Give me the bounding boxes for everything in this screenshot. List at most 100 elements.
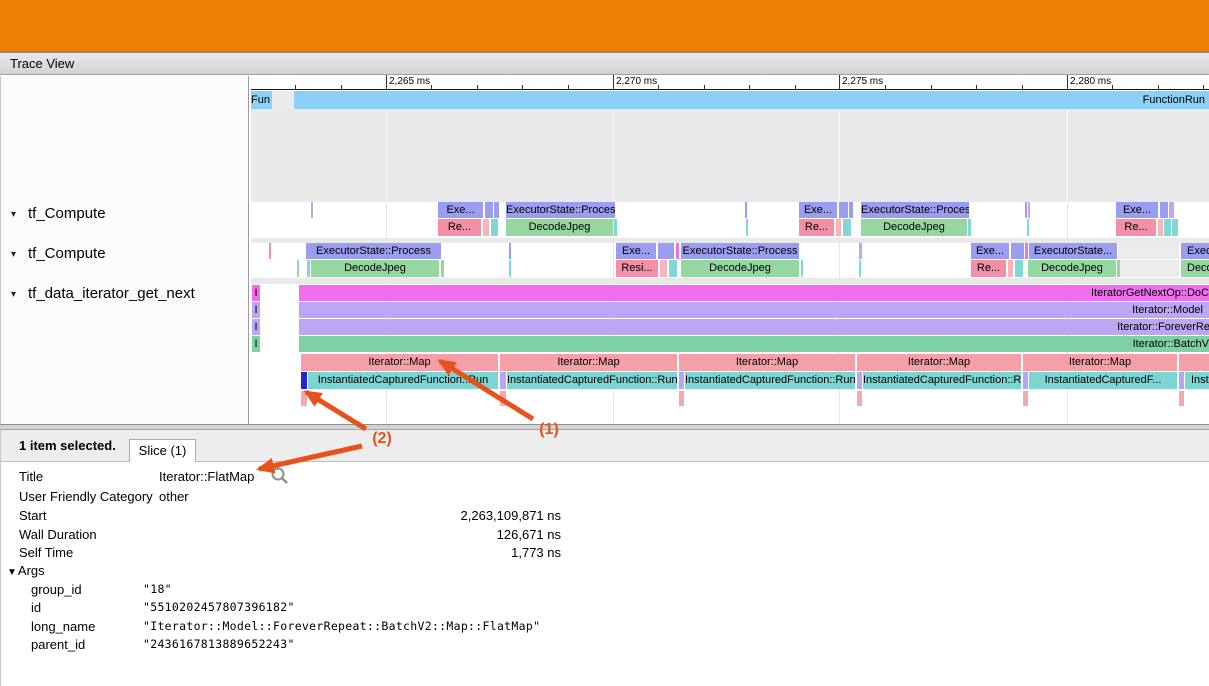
trace-slice[interactable] — [1023, 391, 1028, 406]
trace-slice[interactable]: Iterator::Map — [1023, 354, 1177, 371]
trace-slice[interactable]: I — [252, 302, 260, 318]
trace-slice[interactable] — [494, 202, 499, 218]
trace-slice[interactable] — [297, 260, 299, 277]
trace-slice[interactable]: Iterator::BatchV — [299, 336, 1209, 352]
trace-slice[interactable] — [1015, 260, 1023, 277]
track-row-tf-compute-2[interactable]: ▾tf_Compute — [1, 244, 241, 264]
trace-slice[interactable] — [269, 243, 271, 259]
trace-slice[interactable]: Inst — [1185, 372, 1209, 389]
trace-slice[interactable]: Re... — [799, 219, 834, 236]
trace-slice[interactable] — [859, 260, 861, 277]
trace-slice[interactable] — [509, 243, 511, 259]
args-section-toggle[interactable]: ▼Args — [7, 563, 45, 578]
trace-slice[interactable]: I — [252, 336, 260, 352]
chevron-down-icon[interactable]: ▾ — [11, 245, 28, 265]
trace-slice[interactable] — [307, 260, 310, 277]
trace-slice[interactable]: InstantiatedCapturedFunction::Run — [507, 372, 677, 389]
trace-slice[interactable] — [1028, 202, 1030, 218]
trace-slice[interactable] — [836, 219, 841, 236]
trace-slice[interactable] — [301, 372, 307, 389]
trace-slice[interactable]: Iterator::Map — [857, 354, 1021, 371]
trace-slice[interactable] — [857, 372, 862, 389]
trace-slice[interactable] — [746, 219, 748, 236]
track-row-tf-data-iterator[interactable]: ▾tf_data_iterator_get_next — [1, 284, 241, 304]
trace-slice[interactable]: InstantiatedCapturedFunction::Run — [685, 372, 855, 389]
trace-slice[interactable] — [849, 202, 853, 218]
chevron-down-icon[interactable]: ▾ — [11, 285, 28, 305]
trace-slice[interactable]: DecodeJpeg — [506, 219, 613, 236]
trace-slice[interactable] — [1179, 372, 1184, 389]
trace-slice[interactable]: InstantiatedCapturedF... — [1029, 372, 1177, 389]
trace-slice[interactable]: IteratorGetNextOp::DoC — [299, 285, 1209, 301]
trace-slice[interactable] — [801, 260, 803, 277]
trace-slice[interactable]: Re... — [971, 260, 1006, 277]
trace-slice[interactable]: Exe... — [1116, 202, 1158, 218]
trace-slice[interactable]: Exe... — [438, 202, 483, 218]
trace-slice[interactable] — [311, 202, 313, 218]
trace-slice[interactable]: DecodeJpeg — [861, 219, 967, 236]
timeline-canvas[interactable]: 2,265 ms2,270 ms2,275 ms2,280 msFunFunct… — [251, 75, 1209, 424]
trace-slice[interactable]: Iterator::Map — [679, 354, 855, 371]
trace-slice[interactable] — [1025, 202, 1027, 218]
trace-slice[interactable] — [1118, 243, 1179, 259]
trace-slice[interactable]: DecodeJpeg — [311, 260, 439, 277]
trace-slice[interactable] — [500, 391, 506, 406]
trace-slice[interactable]: Re... — [438, 219, 481, 236]
trace-slice[interactable]: DecodeJpeg — [1028, 260, 1116, 277]
trace-slice[interactable] — [968, 219, 971, 236]
trace-slice[interactable] — [669, 260, 677, 277]
trace-slice[interactable] — [614, 219, 617, 236]
trace-slice[interactable] — [857, 391, 862, 406]
trace-slice[interactable] — [1172, 219, 1178, 236]
trace-slice[interactable] — [1179, 391, 1184, 406]
trace-slice[interactable]: I — [252, 285, 260, 301]
trace-slice[interactable]: Iterator::Model — [299, 302, 1209, 318]
trace-slice[interactable]: Exe... — [971, 243, 1009, 259]
tab-slice[interactable]: Slice (1) — [129, 439, 196, 462]
trace-slice[interactable] — [483, 219, 489, 236]
trace-slice[interactable] — [491, 219, 498, 236]
trace-slice[interactable]: Resi... — [616, 260, 658, 277]
trace-slice[interactable]: DecodeJpeg — [681, 260, 799, 277]
trace-slice[interactable] — [1027, 219, 1029, 236]
trace-slice[interactable] — [1179, 354, 1209, 371]
trace-slice[interactable] — [1023, 372, 1028, 389]
track-row-tf-compute-1[interactable]: ▾tf_Compute — [1, 204, 241, 224]
trace-slice[interactable]: Fun — [251, 91, 272, 109]
trace-slice[interactable] — [1164, 219, 1171, 236]
trace-slice[interactable] — [679, 391, 684, 406]
trace-slice[interactable]: ExecutorState::Process — [861, 202, 969, 218]
trace-slice[interactable]: I — [252, 319, 260, 335]
trace-slice[interactable] — [500, 372, 506, 389]
trace-slice[interactable] — [679, 372, 684, 389]
trace-slice[interactable]: Iterator::ForeverRe — [299, 319, 1209, 335]
trace-slice[interactable]: Execut — [1181, 243, 1209, 259]
magnifier-icon[interactable] — [269, 467, 289, 485]
trace-slice[interactable] — [839, 202, 848, 218]
trace-slice[interactable]: InstantiatedCapturedFunction::Run — [308, 372, 498, 389]
trace-slice[interactable]: Iterator::Map — [301, 354, 498, 371]
trace-slice[interactable]: ExecutorState::Process — [306, 243, 441, 259]
trace-slice[interactable] — [660, 260, 667, 277]
trace-slice[interactable]: FunctionRun — [294, 91, 1209, 109]
trace-slice[interactable] — [658, 243, 674, 259]
trace-slice[interactable] — [1160, 202, 1168, 218]
chevron-down-icon[interactable]: ▾ — [11, 205, 28, 225]
trace-slice[interactable] — [1011, 243, 1024, 259]
trace-slice[interactable] — [485, 202, 493, 218]
trace-slice[interactable]: Re... — [1116, 219, 1156, 236]
trace-slice[interactable] — [301, 391, 307, 406]
trace-slice[interactable] — [745, 202, 747, 218]
trace-slice[interactable] — [843, 219, 851, 236]
trace-slice[interactable]: Exe... — [616, 243, 656, 259]
trace-slice[interactable] — [1118, 260, 1179, 277]
trace-slice[interactable]: Deco — [1181, 260, 1209, 277]
trace-slice[interactable] — [1117, 260, 1120, 277]
trace-slice[interactable]: ExecutorState::Process — [506, 202, 615, 218]
trace-slice[interactable] — [676, 243, 679, 259]
trace-slice[interactable] — [1025, 243, 1028, 259]
trace-slice[interactable] — [1008, 260, 1013, 277]
trace-slice[interactable] — [859, 243, 862, 259]
trace-slice[interactable]: Iterator::Map — [500, 354, 677, 371]
trace-slice[interactable]: Exe... — [799, 202, 837, 218]
